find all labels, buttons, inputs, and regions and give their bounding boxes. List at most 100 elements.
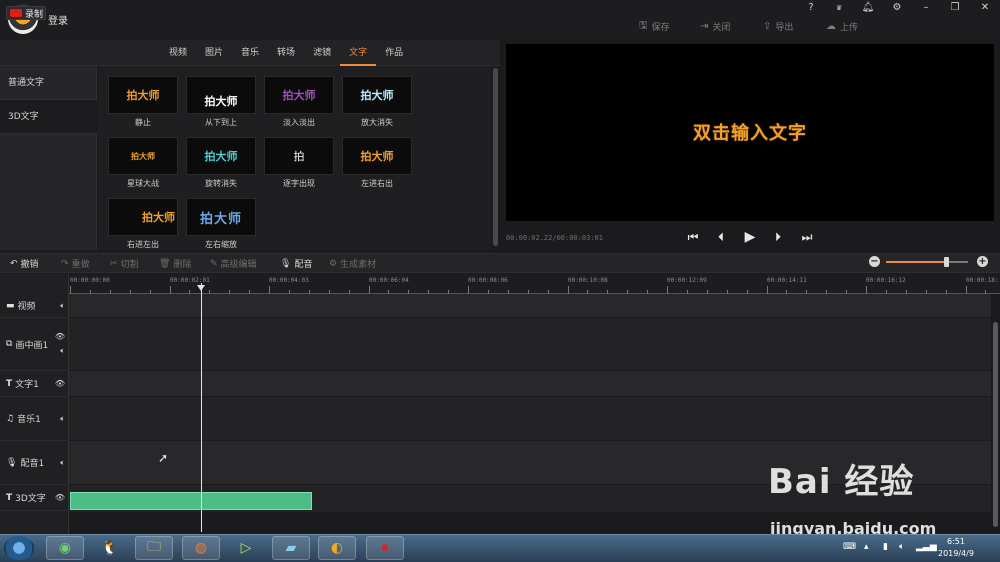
tab-text[interactable]: 文字 [340,40,377,66]
track-header-3d-text[interactable]: T 3D文字 👁︎ [0,485,69,511]
effect-tile[interactable]: 拍大师 左进右出 [342,137,414,189]
tray-expand-icon[interactable]: ▴ [864,542,869,552]
skip-end-icon[interactable]: ⏭ [798,228,816,246]
advanced-edit-label: 高级编辑 [220,260,257,270]
effects-scrollbar[interactable] [492,66,499,250]
track-header-video[interactable]: ▬ 视频 🔈︎ [0,294,69,318]
cut-button[interactable]: ✂ 切割 [110,257,139,271]
tab-transition[interactable]: 转场 [268,40,304,66]
notes-app-icon[interactable]: ▰ [272,536,310,560]
playhead-line[interactable] [201,283,202,532]
ruler-mark [567,286,569,294]
undo-label: 撤销 [20,260,39,270]
track-header-dub1[interactable]: 🎙︎ 配音1 🔈︎ [0,441,69,485]
vip-icon[interactable]: ♛ [829,1,849,15]
media-player-icon[interactable]: ▷ [227,536,265,560]
gear-icon[interactable]: ⚙ [887,1,907,15]
step-back-icon[interactable]: ⏴ [712,228,730,246]
play-icon[interactable]: ▶ [741,228,759,246]
step-forward-icon[interactable]: ⏵ [769,228,787,246]
login-link[interactable]: 登录 [48,12,68,27]
zoom-slider-handle[interactable] [944,257,949,267]
tab-video[interactable]: 视频 [160,40,196,66]
generate-material-label: 生成素材 [340,260,377,270]
timeline-scrollbar[interactable] [991,294,1000,534]
eye-icon[interactable]: 👁︎ [55,493,65,502]
tab-works[interactable]: 作品 [376,40,412,66]
sidebar-item-3d-text[interactable]: 3D文字 [0,100,97,134]
tab-image[interactable]: 图片 [196,40,232,66]
preview-canvas[interactable]: 双击输入文字 [506,44,994,221]
effect-tile[interactable]: 拍大师 右进左出 [108,198,180,250]
upload-button[interactable]: ☁ 上传 [826,19,858,33]
speaker-icon[interactable]: 🔈︎ [60,414,65,424]
generate-material-button[interactable]: ⚙ 生成素材 [329,257,377,271]
battery-icon[interactable]: ▮ [883,542,888,552]
start-button[interactable] [4,536,34,560]
file-explorer-icon[interactable]: 🗀 [135,536,173,560]
export-button[interactable]: ⇪ 导出 [763,19,793,33]
track-lane-video[interactable] [69,294,991,318]
track-lane-music1[interactable] [69,397,991,441]
eye-icon[interactable]: 👁︎ [55,379,65,388]
track-label: 配音1 [20,459,45,469]
exit-button[interactable]: ⇥ 关闭 [700,19,730,33]
3d-text-clip[interactable] [70,492,312,510]
bell-icon[interactable]: 🔔︎ [858,1,878,15]
skip-start-icon[interactable]: ⏮ [684,228,702,246]
volume-icon[interactable]: 🔈︎ [899,542,904,552]
track-lane-pip[interactable] [69,318,991,371]
360-browser-icon[interactable]: ◉ [46,536,84,560]
track-header-music1[interactable]: ♫ 音乐1 🔈︎ [0,397,69,441]
effect-tile[interactable]: 拍大师 放大消失 [342,76,414,128]
effect-tile[interactable]: 拍大师 静止 [108,76,180,128]
effect-tile[interactable]: 拍大师 从下到上 [186,76,258,128]
firefox-icon[interactable]: ◍ [182,536,220,560]
preview-text[interactable]: 双击输入文字 [506,119,994,145]
delete-button[interactable]: 🗑︎ 删除 [159,257,191,271]
close-button[interactable]: ✕ [975,1,995,15]
screen-recorder-icon[interactable]: ⏺ [366,536,404,560]
network-icon[interactable]: ▂▃▅ [916,542,937,552]
dubbing-button[interactable]: 🎙︎ 配音 [280,257,312,271]
help-icon[interactable]: ? [801,1,821,15]
undo-button[interactable]: ↶ 撤销 [10,257,39,271]
restore-button[interactable]: ❐ [945,1,965,15]
effect-tile[interactable]: 拍大师 左右缩放 [186,198,258,250]
effect-thumbnail: 拍大师 [264,76,334,114]
save-button[interactable]: 🖫 保存 [639,19,670,33]
advanced-edit-button[interactable]: ✎ 高级编辑 [210,257,257,271]
exit-icon: ⇥ [700,20,709,32]
effect-tile[interactable]: 拍大师 星球大战 [108,137,180,189]
tab-filter[interactable]: 滤镜 [304,40,340,66]
zoom-out-icon[interactable]: − [869,256,880,267]
ruler-tick-label: 00:00:02:01 [170,277,210,284]
mouse-cursor-icon: ➚ [158,451,169,465]
qq-icon[interactable]: 🐧 [91,536,129,560]
effect-tile[interactable]: 拍大师 淡入淡出 [264,76,336,128]
export-icon: ⇪ [763,20,772,32]
speaker-icon[interactable]: 🔈︎ [60,346,65,356]
effect-tile[interactable]: 拍大师 旋转消失 [186,137,258,189]
track-lane-text1[interactable] [69,371,991,397]
redo-button[interactable]: ↷ 重做 [61,257,90,271]
speaker-icon[interactable]: 🔈︎ [60,301,65,311]
timeline-ruler[interactable]: 00:00:00:00 00:00:02:01 00:00:04:03 00:0… [69,274,1000,294]
record-button[interactable]: 录制 [6,6,46,20]
track-header-text1[interactable]: T 文字1 👁︎ [0,371,69,397]
clock[interactable]: 6:51 2019/4/9 [938,536,974,560]
paidashi-app-icon[interactable]: ◐ [318,536,356,560]
eye-icon[interactable]: 👁︎ [55,332,65,341]
keyboard-icon[interactable]: ⌨ [843,542,856,552]
media-tabs: 视频 图片 音乐 转场 滤镜 文字 作品 [160,40,412,66]
playhead-handle[interactable] [197,285,205,291]
effect-tile[interactable]: 拍 逐字出现 [264,137,336,189]
track-header-pip[interactable]: ⧉ 画中画1 👁︎ 🔈︎ [0,318,69,371]
zoom-in-icon[interactable]: + [977,256,988,267]
effect-label: 从下到上 [205,118,237,127]
speaker-icon[interactable]: 🔈︎ [60,458,65,468]
tab-music[interactable]: 音乐 [232,40,268,66]
undo-icon: ↶ [10,258,18,269]
minimize-button[interactable]: – [916,1,936,15]
sidebar-item-normal-text[interactable]: 普通文字 [0,66,97,100]
